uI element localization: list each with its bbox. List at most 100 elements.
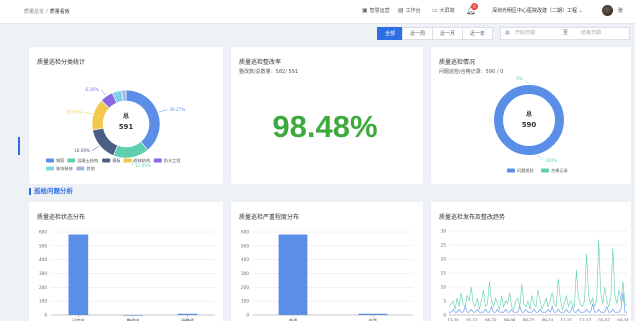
y-tick-label: 600 [39, 230, 47, 235]
rectify-rate-value: 98.48% [272, 109, 378, 144]
filter-year-button[interactable]: 近一年 [462, 27, 494, 40]
series-line [449, 292, 627, 313]
topbar-link-bigscreen[interactable]: ▭ 大屏端 [432, 7, 455, 14]
legend-label: 问题巡检 [517, 167, 535, 174]
slice-label: 17.09% [135, 163, 151, 168]
x-tick-label: 普通 [289, 317, 298, 321]
status-distribution-card: 质量巡检状态分布 0 100 200 300 400 500 600 已完成 整改中 待整改 [29, 202, 223, 321]
legend-label: 混凝土结构 [77, 157, 98, 164]
legend-label: 钢筋 [56, 157, 64, 164]
category-donut-chart: 39.27% 17.09% 16.09% 15.06% 6.26% 总 591 钢筋 混凝… [46, 87, 185, 172]
y-tick-label: 500 [39, 243, 47, 248]
y-tick-label: 5 [443, 299, 446, 304]
legend-label: 装饰装修 [56, 165, 74, 172]
legend-swatch [123, 158, 132, 163]
user-name[interactable]: 张 [618, 7, 623, 14]
legend-swatch [541, 168, 549, 173]
category-card: 质量巡检分类统计 39.27% 17.09% 16.09% 15.06% 6.26% 总… [29, 47, 223, 184]
donut-slice [113, 141, 149, 159]
y-tick-label: 0 [443, 313, 446, 318]
y-tick-label: 400 [39, 257, 47, 262]
bar [177, 313, 198, 315]
y-tick-label: 15 [441, 271, 447, 276]
legend-label: 砌体结构 [133, 157, 150, 164]
y-tick-label: 600 [241, 230, 249, 235]
y-tick-label: 100 [241, 299, 249, 304]
x-tick-label: 中等 [369, 317, 377, 321]
y-tick-label: 20 [441, 257, 447, 262]
rectify-rate-card: 质量巡检整改率 整改数/总数量：582/ 591 98.48% [231, 47, 423, 184]
topbar-link-workbench[interactable]: ▤ 工作台 [398, 7, 421, 14]
monitor-icon: ▣ [362, 7, 368, 14]
time-filter: 全部 近一周 近一月 近一年 [377, 27, 494, 40]
filter-month-button[interactable]: 近一月 [432, 27, 464, 40]
severity-bar-chart: 0 100 200 300 400 500 600 普通 中等 [241, 230, 413, 321]
donut-slice [92, 127, 118, 156]
bar [358, 313, 388, 315]
leader-line [158, 109, 168, 113]
breadcrumb: 质量总览 / 质量看板 [24, 8, 70, 15]
legend-swatch [67, 158, 76, 163]
screen-icon: ▭ [432, 7, 438, 14]
donut-center-label: 总 [123, 112, 129, 120]
slice-label: 0% [516, 76, 523, 81]
slice-label: 100% [545, 158, 557, 163]
filter-week-button[interactable]: 近一周 [402, 27, 434, 40]
leader-line [100, 89, 107, 96]
x-tick-label: 已完成 [72, 317, 85, 321]
trend-card: 质量巡检发布及整改趋势 0 5 10 15 20 25 30 12-20 01-12 06-23 0… [431, 202, 631, 321]
breadcrumb-separator: / [46, 9, 48, 15]
slice-label: 6.26% [85, 87, 98, 92]
filter-all-button[interactable]: 全部 [377, 27, 404, 40]
donut-slice [125, 89, 161, 151]
breadcrumb-item-current: 质量看板 [49, 9, 70, 15]
notification-badge: 6 [471, 3, 478, 10]
legend-label: 模板 [112, 157, 121, 164]
top-bar: 质量总览 / 质量看板 ▣ 智慧运营 ▤ 工作台 ▭ 大屏端 🔔︎ 6 深圳光明区中心医院… [0, 0, 635, 24]
legend-swatch [46, 158, 54, 163]
y-tick-label: 100 [39, 299, 47, 304]
y-tick-label: 300 [241, 271, 249, 276]
y-tick-label: 500 [241, 243, 249, 248]
breadcrumb-item-overview[interactable]: 质量总览 [24, 9, 44, 15]
end-date-input[interactable]: 结束日期 [581, 28, 601, 39]
date-range-separator: 至 [563, 30, 569, 36]
y-tick-label: 0 [44, 313, 47, 318]
leader-line [83, 111, 93, 115]
leader-line [91, 146, 100, 151]
leader-line [536, 154, 544, 161]
date-range-picker[interactable]: ▦ 开始日期 至 结束日期 [500, 27, 630, 40]
sidebar-collapse-handle[interactable] [18, 137, 20, 155]
slice-label: 39.27% [169, 107, 185, 112]
section-title: 巡检问题分析 [29, 188, 73, 195]
slice-label: 16.09% [74, 148, 90, 153]
legend-swatch [153, 158, 162, 163]
desk-icon: ▤ [398, 7, 404, 14]
x-tick-label: 整改中 [127, 317, 140, 321]
y-tick-label: 25 [441, 243, 447, 248]
bar [68, 234, 89, 315]
chevron-down-icon: ⌄ [578, 8, 583, 14]
start-date-input[interactable]: 开始日期 [515, 28, 535, 39]
calendar-icon: ▦ [505, 30, 510, 36]
topbar-link-ops[interactable]: ▣ 智慧运营 [362, 7, 390, 14]
y-tick-label: 10 [441, 285, 447, 290]
severity-distribution-card: 质量巡检严重程度分布 0 100 200 300 400 500 600 普通 中等 [231, 202, 423, 321]
legend-label: 其他 [86, 165, 95, 172]
status-bar-chart: 0 100 200 300 400 500 600 已完成 整改中 待整改 [39, 230, 215, 321]
legend-swatch [76, 166, 85, 171]
x-tick-label: 待整改 [181, 317, 194, 321]
y-tick-label: 300 [39, 271, 47, 276]
donut-slice [494, 85, 564, 155]
inspection-status-card: 质量巡检情况 问题巡检/合格记录：590 / 0 0% 100% 总 590 问题… [431, 47, 631, 184]
donut-center-label: 总 [526, 110, 532, 118]
series-line [448, 239, 628, 311]
leader-line [524, 79, 530, 85]
y-tick-label: 0 [246, 313, 249, 318]
legend-label: 防水工程 [164, 157, 182, 164]
avatar[interactable] [602, 5, 613, 16]
bar [278, 234, 308, 315]
slice-label: 15.06% [66, 110, 82, 115]
project-selector[interactable]: 深圳光明区中心医院改建（二期）工程 ⌄ [492, 7, 583, 14]
donut-center-value: 591 [119, 123, 134, 131]
